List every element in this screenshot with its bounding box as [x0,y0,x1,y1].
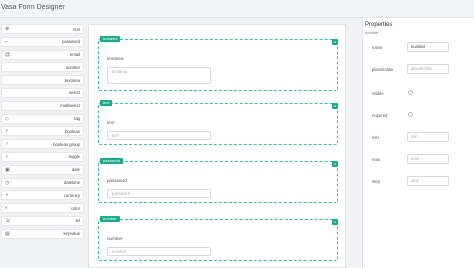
tag-icon: ◇ [5,115,9,122]
sidebar-item-label: password [62,39,80,45]
visible-radio[interactable] [408,90,413,95]
property-label: max [372,157,380,162]
remove-field-icon[interactable]: x [332,103,338,109]
property-row-step: step step [363,176,474,188]
sidebar-item-label: textarea [64,77,80,83]
field-card-password[interactable]: password x password password [98,158,338,203]
properties-title: Properties [365,22,393,28]
placeholder-property-input[interactable]: placeholder [407,64,449,74]
property-label: visible [372,91,384,96]
component-sidebar: ⊕ text ⌐ password @ email number textarea select… [0,24,84,242]
sidebar-item-datetime[interactable]: ◷ datetime [1,177,84,188]
sidebar-item-email[interactable]: @ email [1,49,84,60]
property-row-visible: visible [363,88,474,100]
properties-subtitle: number [365,30,379,35]
field-type-badge: textarea [100,36,121,42]
field-label: textarea [107,56,124,61]
field-card-text[interactable]: text x text text [98,100,338,145]
field-type-badge: number [100,216,120,222]
sidebar-item-text[interactable]: ⊕ text [1,24,84,34]
sidebar-item-tag[interactable]: ◇ tag [1,113,84,124]
properties-panel: Properties number name number placeholder p… [362,18,474,268]
property-label: step [372,179,380,184]
toggle-icon: ✓ [5,153,10,160]
form-canvas[interactable]: textarea x textarea textarea text x text text pa… [88,24,346,268]
sidebar-item-label: currency [63,192,80,198]
property-row-name: name number [363,42,474,54]
sidebar-item-label: multiselect [60,103,80,109]
at-icon: @ [5,51,11,58]
field-card-textarea[interactable]: textarea x textarea textarea [98,36,338,91]
app-title: Vasa Form Designer [1,4,65,11]
sidebar-item-label: color [70,205,80,211]
check-icon: ✓ [5,128,10,135]
keyvalue-icon: ▤ [5,230,10,237]
name-property-input[interactable]: number [407,42,449,52]
required-radio[interactable] [408,112,413,117]
property-row-max: max max [363,154,474,166]
field-type-badge: password [100,158,124,164]
check-group-icon: ✓ [5,141,10,148]
text-icon: ⊕ [5,26,10,32]
sidebar-item-toggle[interactable]: ✓ toggle [1,151,84,162]
field-card-number[interactable]: number x number number [98,216,338,261]
phone-icon: ☏ [5,217,12,224]
text-input-preview[interactable]: text [107,131,211,140]
sidebar-item-boolean[interactable]: ✓ boolean [1,126,84,137]
sidebar-item-label: number [65,64,80,70]
sidebar-item-label: date [71,167,80,173]
sidebar-item-tel[interactable]: ☏ tel [1,215,84,226]
color-icon: ◐ [5,205,9,212]
sidebar-item-label: boolean group [53,141,80,147]
number-input-preview[interactable]: number [107,247,211,256]
field-label: password [107,178,127,183]
sidebar-item-textarea[interactable]: textarea [1,75,84,86]
step-property-input[interactable]: step [407,176,449,186]
sidebar-item-color[interactable]: ◐ color [1,203,84,214]
sidebar-item-number[interactable]: number [1,62,84,73]
remove-field-icon[interactable]: x [332,39,338,45]
property-row-min: min min [363,132,474,144]
sidebar-item-date[interactable]: ▣ date [1,164,84,175]
sidebar-item-label: boolean [65,128,80,134]
max-property-input[interactable]: max [407,154,449,164]
sidebar-item-multiselect[interactable]: multiselect [1,100,84,111]
sidebar-item-password[interactable]: ⌐ password [1,36,84,47]
clock-icon: ◷ [5,179,10,186]
remove-field-icon[interactable]: x [332,219,338,225]
property-row-placeholder: placeholder placeholder [363,64,474,76]
currency-icon: ◑ [5,192,9,199]
property-label: name [372,45,383,50]
min-property-input[interactable]: min [407,132,449,142]
password-input-preview[interactable]: password [107,189,211,198]
top-bar: Vasa Form Designer [0,0,474,18]
field-label: text [107,120,115,125]
remove-field-icon[interactable]: x [332,161,338,167]
field-label: number [107,236,123,241]
calendar-icon: ▣ [5,166,10,173]
sidebar-item-label: datetime [63,180,80,186]
sidebar-item-label: toggle [68,154,80,160]
sidebar-item-label: select [69,90,80,96]
sidebar-item-select[interactable]: select [1,87,84,98]
sidebar-item-label: keyvalue [63,231,80,237]
textarea-input-preview[interactable]: textarea [107,67,211,84]
property-label: min [372,135,379,140]
field-type-badge: text [100,100,113,106]
sidebar-item-label: tel [75,218,80,224]
sidebar-item-boolean-group[interactable]: ✓ boolean group [1,139,84,150]
property-label: placeholder [372,67,394,72]
sidebar-item-keyvalue[interactable]: ▤ keyvalue [1,228,84,239]
sidebar-item-label: text [73,26,80,32]
sidebar-item-label: tag [74,116,80,122]
property-row-required: required [363,110,474,122]
key-icon: ⌐ [5,38,8,45]
sidebar-item-label: email [69,52,80,58]
sidebar-item-currency[interactable]: ◑ currency [1,190,84,201]
property-label: required [372,113,388,118]
